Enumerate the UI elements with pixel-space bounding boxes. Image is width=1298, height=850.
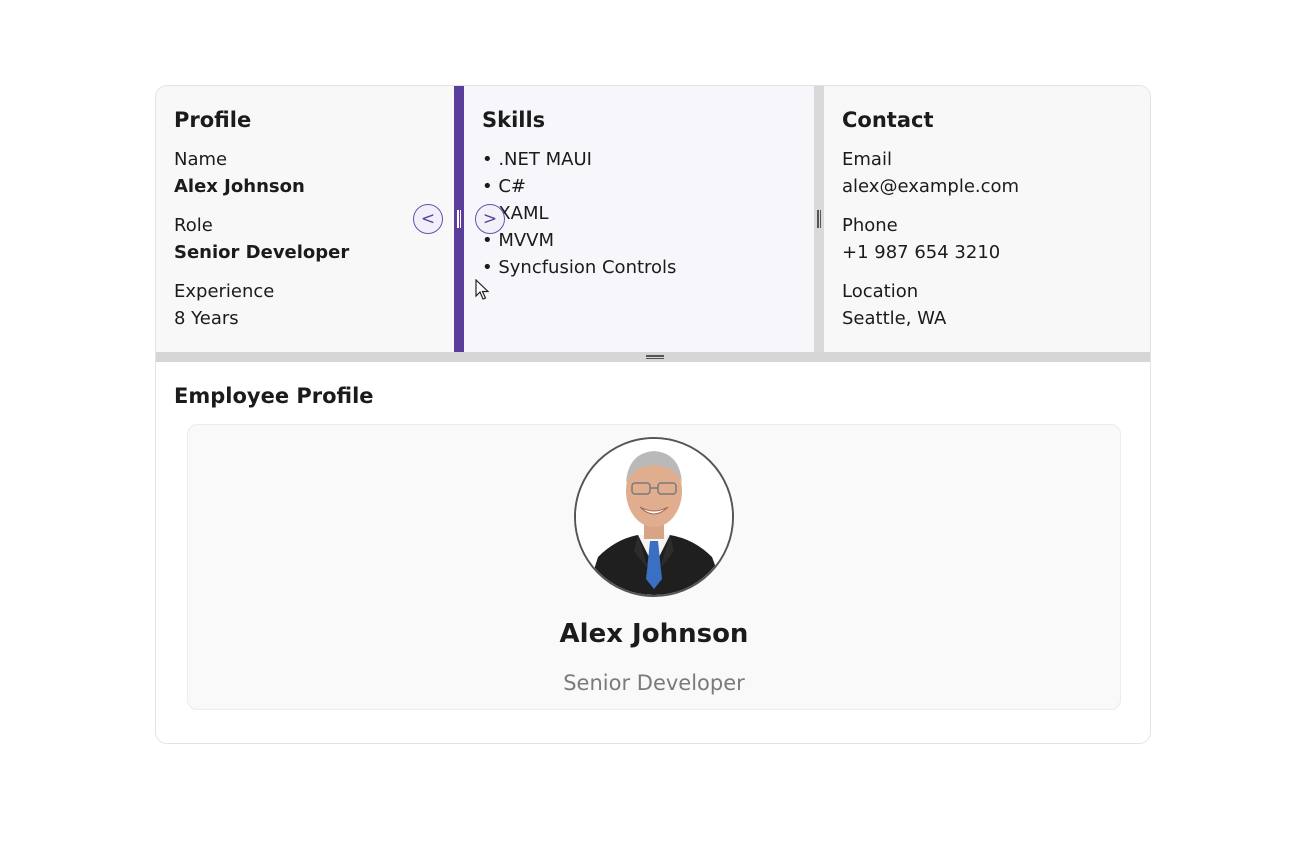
contact-pane-title: Contact (842, 108, 934, 132)
splitter-grip-icon (817, 210, 821, 228)
skill-item: • .NET MAUI (482, 149, 592, 170)
expand-right-button[interactable]: > (475, 204, 505, 234)
chevron-right-icon: > (482, 208, 498, 229)
contact-pane: Contact Email alex@example.com Phone +1 … (824, 86, 1150, 352)
skills-pane-title: Skills (482, 108, 546, 132)
profile-pane: Profile Name Alex Johnson Role Senior De… (156, 86, 454, 352)
profile-pane-title: Profile (174, 108, 252, 132)
splitter-grip-icon (646, 355, 664, 359)
collapse-left-button[interactable]: < (413, 204, 443, 234)
person-photo-icon (574, 437, 734, 597)
employee-role: Senior Developer (563, 671, 745, 695)
name-value: Alex Johnson (174, 176, 305, 197)
name-label: Name (174, 149, 228, 170)
employee-name: Alex Johnson (559, 619, 749, 649)
phone-label: Phone (842, 215, 898, 236)
splitter-grip-icon (457, 210, 461, 228)
role-label: Role (174, 215, 213, 236)
employee-profile-title: Employee Profile (174, 384, 374, 408)
location-label: Location (842, 281, 919, 302)
skill-item: • C# (482, 176, 526, 197)
location-value: Seattle, WA (842, 308, 947, 329)
splitter-layout-card: Profile Name Alex Johnson Role Senior De… (155, 85, 1151, 744)
vertical-splitter-left[interactable] (454, 86, 464, 352)
experience-value: 8 Years (174, 308, 239, 329)
mouse-cursor-icon (475, 279, 489, 300)
vertical-splitter-right[interactable] (814, 86, 824, 352)
experience-label: Experience (174, 281, 275, 302)
phone-value: +1 987 654 3210 (842, 242, 1001, 263)
email-value: alex@example.com (842, 176, 1020, 197)
skill-item: • MVVM (482, 230, 555, 251)
role-value: Senior Developer (174, 242, 350, 263)
skill-item: • Syncfusion Controls (482, 257, 677, 278)
employee-profile-pane: Employee Profile Alex Johnson Senior Dev… (156, 362, 1150, 743)
horizontal-splitter[interactable] (156, 352, 1150, 362)
top-panes-row: Profile Name Alex Johnson Role Senior De… (156, 86, 1150, 352)
email-label: Email (842, 149, 892, 170)
chevron-left-icon: < (420, 208, 436, 229)
skill-item: • XAML (482, 203, 549, 224)
skills-pane: Skills • .NET MAUI • C# • XAML • MVVM • … (464, 86, 814, 352)
employee-card: Alex Johnson Senior Developer (187, 424, 1121, 710)
